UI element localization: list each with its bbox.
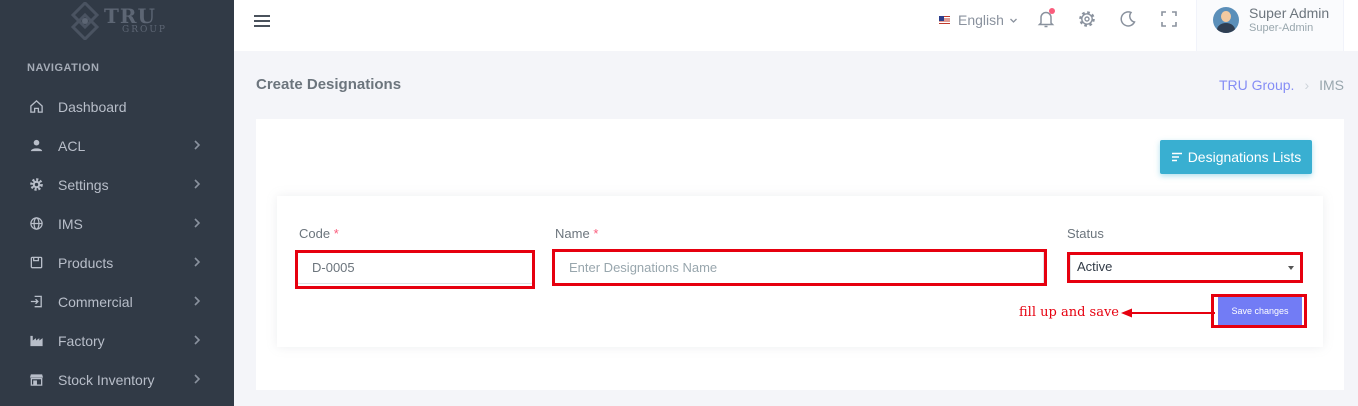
- sidebar: TRU GROUP NAVIGATION Dashboard ACL Setti…: [0, 0, 234, 406]
- designations-list-button[interactable]: Designations Lists: [1160, 140, 1312, 174]
- notification-dot: [1049, 8, 1055, 14]
- fullscreen-icon: [1161, 11, 1177, 27]
- chevron-right-icon: [194, 296, 201, 306]
- chevron-down-icon: [1009, 18, 1017, 23]
- gear-icon: [28, 177, 44, 193]
- page-title: Create Designations: [256, 76, 402, 93]
- user-name: Super Admin: [1249, 5, 1330, 21]
- name-label: Name *: [555, 226, 598, 241]
- theme-toggle-button[interactable]: [1118, 9, 1138, 29]
- breadcrumb-current: IMS: [1319, 77, 1344, 93]
- login-icon: [28, 294, 44, 310]
- code-label: Code *: [299, 226, 339, 241]
- sidebar-item-factory[interactable]: Factory: [0, 321, 234, 360]
- form-card: Designations Lists Code * Name * Status …: [256, 119, 1344, 390]
- logo-mark-icon: [70, 0, 100, 42]
- home-icon: [28, 99, 44, 115]
- sidebar-item-products[interactable]: Products: [0, 243, 234, 282]
- designation-name-field[interactable]: [554, 251, 1044, 284]
- sidebar-item-settings[interactable]: Settings: [0, 165, 234, 204]
- chevron-right-icon: [194, 179, 201, 189]
- designations-list-label: Designations Lists: [1187, 149, 1302, 165]
- required-mark: *: [593, 226, 599, 241]
- gear-icon: [1079, 11, 1095, 27]
- form-panel: Code * Name * Status Active fill up and …: [277, 196, 1323, 347]
- breadcrumb: TRU Group. › IMS: [1219, 77, 1344, 93]
- store-icon: [28, 372, 44, 388]
- topbar: English Super Admin Super-Admin: [234, 0, 1358, 51]
- notification-button[interactable]: [1036, 8, 1056, 29]
- save-button-label: Save changes: [1231, 306, 1289, 316]
- nav-title: NAVIGATION: [27, 62, 100, 74]
- chevron-right-icon: [194, 140, 201, 150]
- brand-logo[interactable]: TRU GROUP: [70, 0, 170, 42]
- list-icon: [1171, 152, 1182, 162]
- sidebar-item-label: Dashboard: [58, 98, 127, 115]
- sidebar-item-label: Stock Inventory: [58, 371, 155, 388]
- chevron-right-icon: [194, 335, 201, 345]
- settings-button[interactable]: [1077, 9, 1097, 29]
- factory-icon: [28, 333, 44, 349]
- annotation-text: fill up and save: [1019, 305, 1119, 320]
- sidebar-item-label: Commercial: [58, 293, 133, 310]
- avatar: [1213, 7, 1239, 33]
- nav-list: Dashboard ACL Settings IMS Products Comm…: [0, 87, 234, 399]
- fullscreen-button[interactable]: [1159, 9, 1179, 29]
- chevron-right-icon: [194, 218, 201, 228]
- sidebar-item-stock-inventory[interactable]: Stock Inventory: [0, 360, 234, 399]
- annotation-arrow-icon: [1121, 308, 1215, 318]
- brand-name: TRU: [104, 3, 156, 28]
- sidebar-item-label: IMS: [58, 215, 83, 232]
- sidebar-item-label: Settings: [58, 176, 109, 193]
- globe-icon: [28, 216, 44, 232]
- user-menu[interactable]: Super Admin Super-Admin: [1196, 0, 1344, 51]
- breadcrumb-separator-icon: ›: [1304, 77, 1310, 93]
- code-field[interactable]: [297, 251, 533, 284]
- us-flag-icon: [939, 16, 950, 24]
- required-mark: *: [333, 226, 339, 241]
- code-label-text: Code: [299, 226, 331, 241]
- status-label: Status: [1067, 226, 1104, 241]
- sidebar-item-label: Products: [58, 254, 114, 271]
- breadcrumb-link-parent[interactable]: TRU Group.: [1219, 77, 1294, 93]
- brand-sub: GROUP: [122, 24, 167, 35]
- language-selector[interactable]: English: [939, 11, 1018, 29]
- sidebar-item-label: Factory: [58, 332, 105, 349]
- sidebar-item-dashboard[interactable]: Dashboard: [0, 87, 234, 126]
- status-value: Active: [1077, 259, 1113, 274]
- language-label: English: [958, 12, 1004, 28]
- sidebar-item-label: ACL: [58, 137, 86, 154]
- dropdown-caret-icon: [1288, 266, 1294, 270]
- status-select[interactable]: Active: [1070, 254, 1302, 282]
- chevron-right-icon: [194, 374, 201, 384]
- name-label-text: Name: [555, 226, 590, 241]
- moon-icon: [1120, 11, 1136, 27]
- user-role: Super-Admin: [1249, 22, 1314, 34]
- save-icon: [28, 255, 44, 271]
- sidebar-item-commercial[interactable]: Commercial: [0, 282, 234, 321]
- save-button[interactable]: Save changes: [1218, 297, 1302, 325]
- chevron-right-icon: [194, 257, 201, 267]
- sidebar-item-ims[interactable]: IMS: [0, 204, 234, 243]
- menu-toggle-icon[interactable]: [253, 12, 271, 30]
- sidebar-item-acl[interactable]: ACL: [0, 126, 234, 165]
- user-icon: [28, 138, 44, 154]
